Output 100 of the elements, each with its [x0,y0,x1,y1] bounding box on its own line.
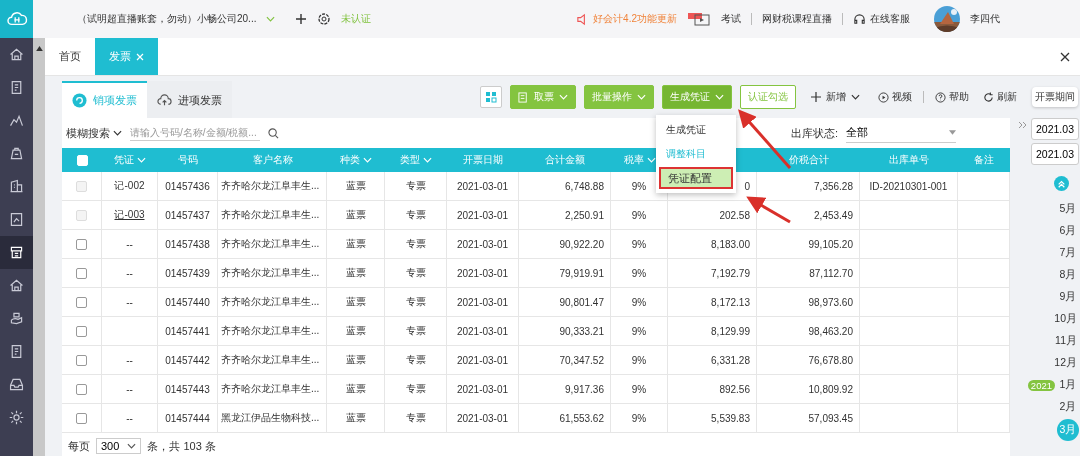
table-cell: 专票 [385,288,447,317]
table-cell: 齐齐哈尔龙江阜丰生... [218,288,327,317]
menu-item[interactable]: 生成凭证 [656,119,736,141]
period-tooltip: 开票期间 [1032,87,1078,107]
table-cell: 01457442 [158,346,218,375]
plus-icon[interactable] [295,13,308,25]
table-cell [958,230,1010,259]
status-dropdown[interactable]: 全部 [846,123,956,143]
row-checkbox[interactable] [76,354,87,366]
table-cell: 7,192.79 [668,259,757,288]
table-cell: 01457443 [158,375,218,404]
customer-service-link[interactable]: 在线客服 [870,12,910,26]
table-cell: 蓝票 [327,259,385,288]
row-checkbox[interactable] [76,238,87,250]
plus-icon [811,92,821,102]
table-cell: 9% [611,288,668,317]
column-header: 开票日期 [463,153,503,167]
caret-icon [266,16,276,22]
table-cell: 01457437 [158,201,218,230]
table-cell [958,201,1010,230]
close-icon[interactable] [1060,51,1070,62]
table-cell: 黑龙江伊品生物科技... [218,404,327,433]
menu-item[interactable]: 凭证配置 [659,167,733,189]
live-course-link[interactable]: 网财税课程直播 [762,12,832,26]
table-cell: 齐齐哈尔龙江阜丰生... [218,172,327,201]
search-icon[interactable] [268,127,279,139]
row-checkbox[interactable] [76,383,87,395]
column-header: 出库单号 [889,153,929,167]
calendar-icon[interactable] [687,12,711,26]
table-cell: 蓝票 [327,375,385,404]
chevrons-up-icon [1054,176,1069,191]
month-item[interactable]: 11月 [1053,331,1079,351]
help-link[interactable]: 帮助 [932,90,972,104]
table-cell: 01457439 [158,259,218,288]
page-size-dropdown[interactable]: 300 [96,438,142,454]
start-period-field[interactable]: 2021.03 [1031,118,1079,140]
table-cell: 2021-03-01 [447,172,519,201]
user-name[interactable]: 李四代 [970,12,1000,26]
table-cell: -- [102,288,158,317]
search-mode-dropdown[interactable]: 模糊搜索 [66,125,122,141]
month-item[interactable]: 9月 [1057,287,1079,307]
month-item[interactable]: 12月 [1052,353,1079,373]
table-cell: 专票 [385,201,447,230]
column-header: 客户名称 [252,153,293,167]
month-item[interactable]: 2月 [1057,397,1079,417]
month-item[interactable]: 8月 [1057,265,1079,285]
table-cell: 2,453.49 [757,201,860,230]
caret-icon [715,94,724,100]
row-checkbox[interactable] [76,267,87,279]
end-period-field[interactable]: 2021.03 [1031,143,1079,165]
invoice-tab[interactable]: 进项发票 [147,81,232,118]
month-item[interactable]: 1月 [1057,375,1079,395]
month-item[interactable]: 10月 [1052,309,1079,329]
table-cell: 9% [611,404,668,433]
table-cell: 6,331.28 [668,346,757,375]
video-link[interactable]: 视频 [875,90,915,104]
settings-icon[interactable] [317,12,332,26]
table-cell: 2021-03-01 [447,375,519,404]
month-item[interactable]: 7月 [1057,243,1079,263]
table-cell: 01457438 [158,230,218,259]
table-cell: 蓝票 [327,346,385,375]
exam-link[interactable]: 考试 [721,12,741,26]
invoice-icon[interactable] [0,236,33,269]
table-cell: 2,250.91 [519,201,611,230]
record-count: 条，共 103 条 [147,438,216,454]
account-selector[interactable]: （试明超直播账套，勿动）小畅公司20... [77,12,257,26]
toolbar-button[interactable]: 新增 [804,85,867,109]
table-cell: 5,539.83 [668,404,757,433]
caret-icon [363,157,372,163]
help-icon [935,91,946,103]
select-all-checkbox[interactable] [76,154,88,166]
table-cell: 202.58 [668,201,757,230]
table-cell: 01457441 [158,317,218,346]
table-cell: 8,129.99 [668,317,757,346]
table-cell: 蓝票 [327,317,385,346]
scroll-up-icon[interactable] [35,46,43,51]
row-checkbox[interactable] [76,325,87,337]
table-cell: 01457444 [158,404,218,433]
column-header: 号码 [178,153,198,167]
row-checkbox[interactable] [76,296,87,308]
table-cell: 9% [611,375,668,404]
table-cell: 9% [611,259,668,288]
table-cell: ID-20210301-001 [860,172,958,201]
page-tab[interactable]: 首页 [45,38,95,75]
table-cell: 9% [611,346,668,375]
collapse-icon[interactable] [1018,121,1028,129]
month-item[interactable]: 5月 [1057,199,1079,219]
table-cell: 90,333.21 [519,317,611,346]
search-field[interactable]: 请输入号码/名称/金额/税额... [130,125,260,141]
month-item[interactable]: 6月 [1057,221,1079,241]
row-checkbox[interactable] [76,412,87,424]
caret-icon [113,130,122,136]
table-cell: 01457436 [158,172,218,201]
table-cell: 2021-03-01 [447,404,519,433]
table-cell: -- [102,230,158,259]
table-cell [958,288,1010,317]
table-cell: 2021-03-01 [447,230,519,259]
refresh-link[interactable]: 刷新 [980,90,1020,104]
table-cell: 57,093.45 [757,404,860,433]
table-cell: 齐齐哈尔龙江阜丰生... [218,230,327,259]
